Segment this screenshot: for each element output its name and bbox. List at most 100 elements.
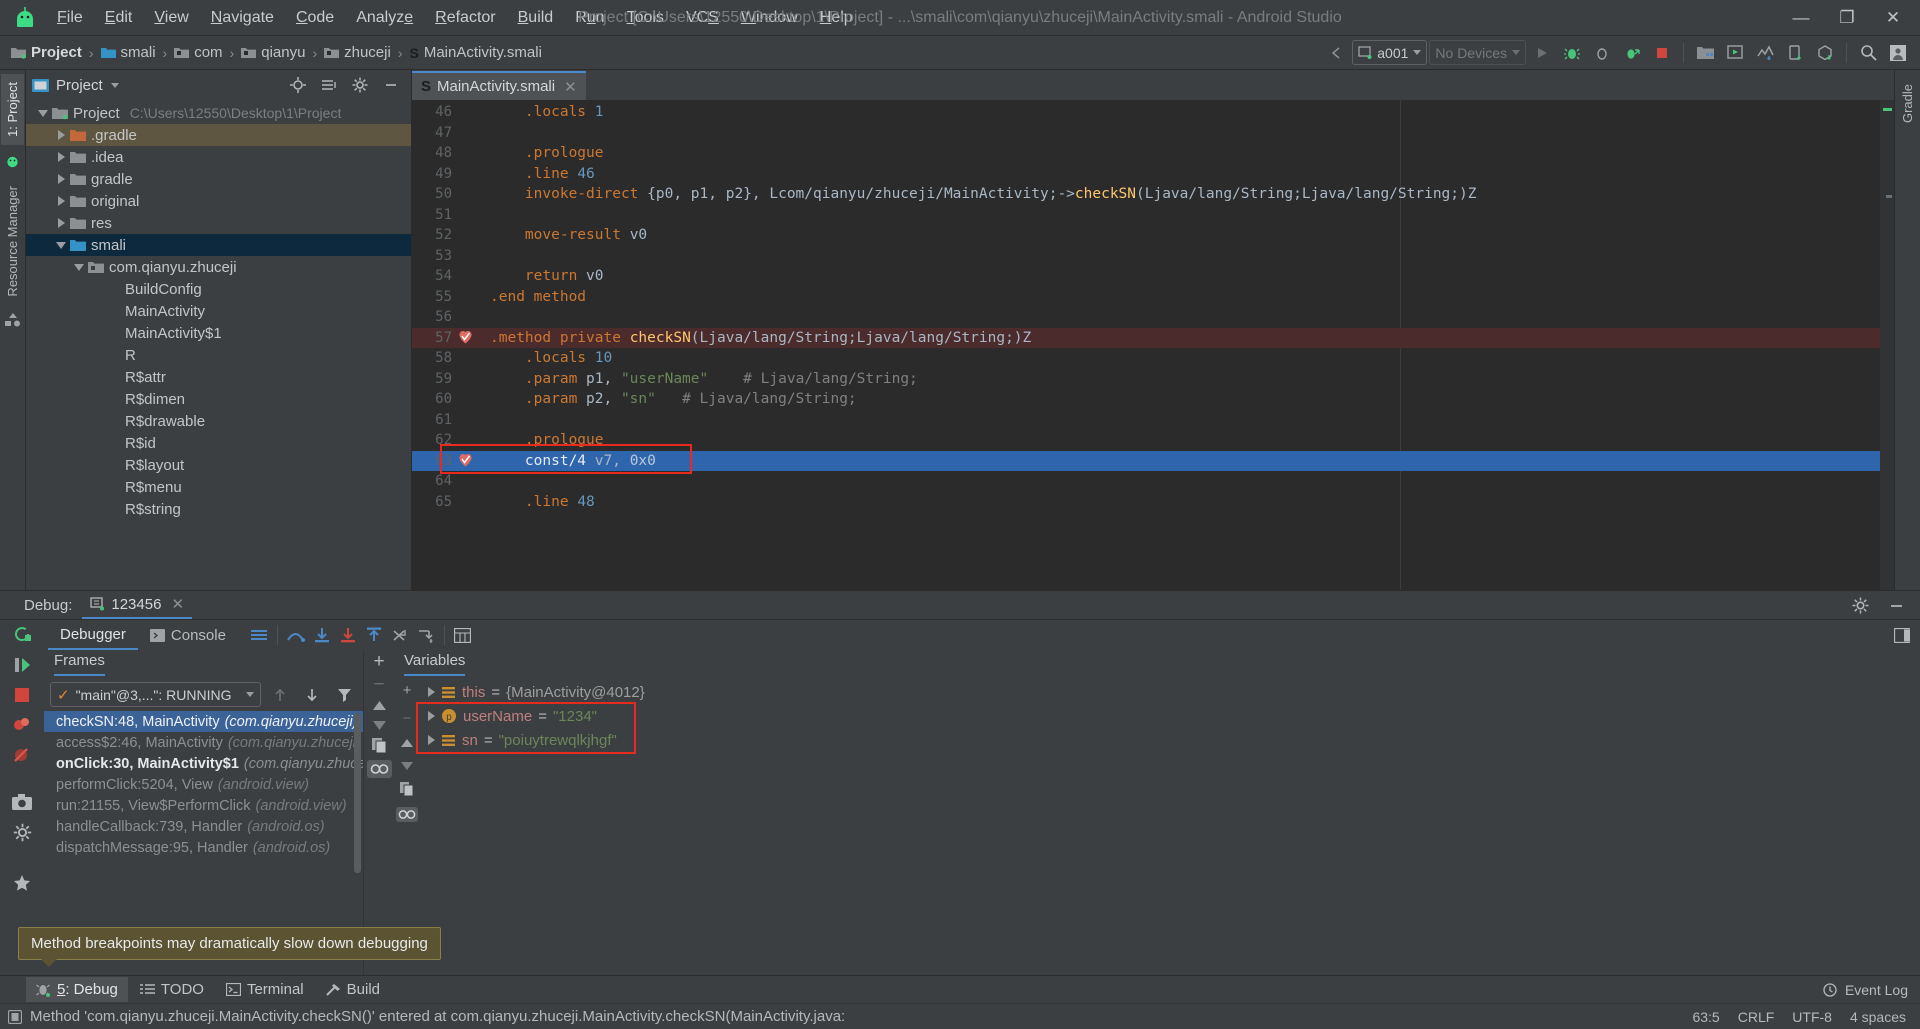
search-icon[interactable] [1854, 40, 1882, 66]
settings-gear-icon[interactable] [13, 823, 32, 842]
debug-button[interactable] [1558, 40, 1586, 66]
tree-item[interactable]: S BuildConfig [26, 278, 411, 300]
tree-item[interactable]: res [26, 212, 411, 234]
tree-twisty[interactable] [52, 241, 70, 249]
sidebar-item-gradle[interactable]: Gradle [1896, 76, 1919, 131]
watches-toggle-icon[interactable] [396, 807, 418, 822]
watches-icon[interactable] [366, 760, 392, 778]
code-line[interactable]: 57 .method private checkSN(Ljava/lang/Str… [412, 327, 1880, 348]
run-with-coverage-icon[interactable] [1618, 40, 1646, 66]
settings-gear-icon[interactable] [346, 72, 374, 98]
close-icon[interactable]: ✕ [564, 78, 577, 96]
copy-icon[interactable] [371, 738, 387, 753]
frame-row[interactable]: performClick:5204, View (android.view) [44, 774, 363, 795]
menu-help[interactable]: Help [809, 4, 864, 32]
caret-position[interactable]: 63:5 [1692, 1009, 1719, 1025]
apk-analyzer-icon[interactable] [1811, 40, 1839, 66]
tree-item[interactable]: S R$string [26, 498, 411, 520]
tab-debugger[interactable]: Debugger [48, 621, 138, 650]
code-line[interactable]: 49 .line 46 [412, 164, 1880, 185]
tree-item[interactable]: S MainActivity [26, 300, 411, 322]
breakpoint-gutter[interactable] [452, 453, 478, 468]
tree-twisty[interactable] [52, 130, 70, 140]
device-file-explorer-icon[interactable] [1781, 40, 1809, 66]
tree-item[interactable]: S R$attr [26, 366, 411, 388]
code-line[interactable]: 50 invoke-direct {p0, p1, p2}, Lcom/qian… [412, 184, 1880, 205]
code-line[interactable]: 64 [412, 471, 1880, 492]
code-line[interactable]: 56 [412, 307, 1880, 328]
settings-gear-icon[interactable] [1846, 592, 1874, 618]
tree-item[interactable]: S R$dimen [26, 388, 411, 410]
device-selector[interactable]: No Devices [1429, 40, 1526, 65]
run-to-cursor-icon[interactable] [413, 623, 439, 647]
force-step-into-icon[interactable] [335, 623, 361, 647]
menu-navigate[interactable]: Navigate [200, 4, 285, 32]
tree-item[interactable]: S R$id [26, 432, 411, 454]
scrollbar-thumb[interactable] [1886, 195, 1892, 198]
frame-row[interactable]: access$2:46, MainActivity (com.qianyu.zhu… [44, 732, 363, 753]
step-out-icon[interactable] [361, 623, 387, 647]
structure-shapes-icon[interactable] [4, 313, 21, 327]
close-button[interactable]: ✕ [1870, 1, 1916, 35]
hide-panel-icon[interactable] [1882, 592, 1910, 618]
tree-item[interactable]: original [26, 190, 411, 212]
frame-row[interactable]: checkSN:48, MainActivity (com.qianyu.zhuc… [44, 711, 363, 732]
code-line[interactable]: 47 [412, 123, 1880, 144]
copy-icon[interactable] [400, 782, 414, 796]
move-down-icon[interactable] [400, 760, 414, 771]
expand-arrow-icon[interactable] [428, 711, 435, 721]
code-line[interactable]: 62 .prologue [412, 430, 1880, 451]
breadcrumb-smali[interactable]: smali [98, 42, 159, 63]
tree-twisty[interactable] [52, 152, 70, 162]
code-line[interactable]: 60 .param p2, "sn" # Ljava/lang/String; [412, 389, 1880, 410]
tree-item[interactable]: S R$menu [26, 476, 411, 498]
back-arrow-icon[interactable] [1322, 40, 1350, 66]
move-down-icon[interactable] [372, 719, 387, 731]
menu-build[interactable]: Build [507, 4, 565, 32]
select-opened-file-icon[interactable] [284, 72, 312, 98]
layout-settings-icon[interactable] [246, 623, 272, 647]
bottom-tab-build[interactable]: Build [316, 977, 390, 1002]
code-line[interactable]: 46 .locals 1 [412, 102, 1880, 123]
menu-vcs[interactable]: VCS [675, 4, 730, 32]
remove-watch-icon[interactable]: − [373, 675, 384, 694]
evaluate-expression-icon[interactable] [450, 623, 476, 647]
tree-item[interactable]: S R$drawable [26, 410, 411, 432]
stop-icon[interactable] [13, 686, 31, 704]
move-down-icon[interactable] [299, 683, 325, 707]
tree-item[interactable]: .gradle [26, 124, 411, 146]
tree-item[interactable]: com.qianyu.zhuceji [26, 256, 411, 278]
frame-row[interactable]: onClick:30, MainActivity$1 (com.qianyu.zh… [44, 753, 363, 774]
frame-row[interactable]: handleCallback:739, Handler (android.os) [44, 816, 363, 837]
bottom-tab-todo[interactable]: TODO [130, 977, 214, 1002]
menu-analyze[interactable]: Analyze [345, 4, 424, 32]
sidebar-item-project[interactable]: 1: Project [1, 74, 24, 145]
code-line[interactable]: 58 .locals 10 [412, 348, 1880, 369]
add-watch-icon[interactable]: + [373, 652, 384, 671]
menu-edit[interactable]: Edit [94, 4, 144, 32]
chevron-down-icon[interactable] [110, 82, 119, 88]
tree-item[interactable]: Project C:\Users\12550\Desktop\1\Project [26, 102, 411, 124]
screenshot-icon[interactable] [12, 794, 32, 811]
variable-row[interactable]: sn = "poiuytrewqlkjhgf" [420, 728, 1920, 752]
tree-item[interactable]: S R$layout [26, 454, 411, 476]
code-line[interactable]: 48 .prologue [412, 143, 1880, 164]
breadcrumb-project[interactable]: Project [8, 42, 85, 63]
minimize-button[interactable]: — [1778, 1, 1824, 35]
code-line[interactable]: 65 .line 48 [412, 492, 1880, 513]
frame-row[interactable]: dispatchMessage:95, Handler (android.os) [44, 837, 363, 858]
rerun-icon[interactable] [12, 624, 32, 644]
sdk-manager-icon[interactable] [1691, 40, 1719, 66]
user-account-icon[interactable] [1884, 40, 1912, 66]
sidebar-item-resource-manager[interactable]: Resource Manager [1, 178, 24, 305]
code-line[interactable]: 54 return v0 [412, 266, 1880, 287]
debug-session-tab[interactable]: 123456 ✕ [82, 591, 193, 619]
collapse-all-icon[interactable] [315, 72, 343, 98]
line-separator[interactable]: CRLF [1738, 1009, 1775, 1025]
menu-view[interactable]: View [143, 4, 199, 32]
editor-tab-mainactivity-smali[interactable]: S MainActivity.smali ✕ [412, 71, 586, 100]
tab-console[interactable]: Console [138, 622, 238, 649]
menu-tools[interactable]: Tools [616, 4, 675, 32]
tree-twisty[interactable] [34, 109, 52, 117]
remove-variable-icon[interactable]: − [403, 710, 412, 727]
